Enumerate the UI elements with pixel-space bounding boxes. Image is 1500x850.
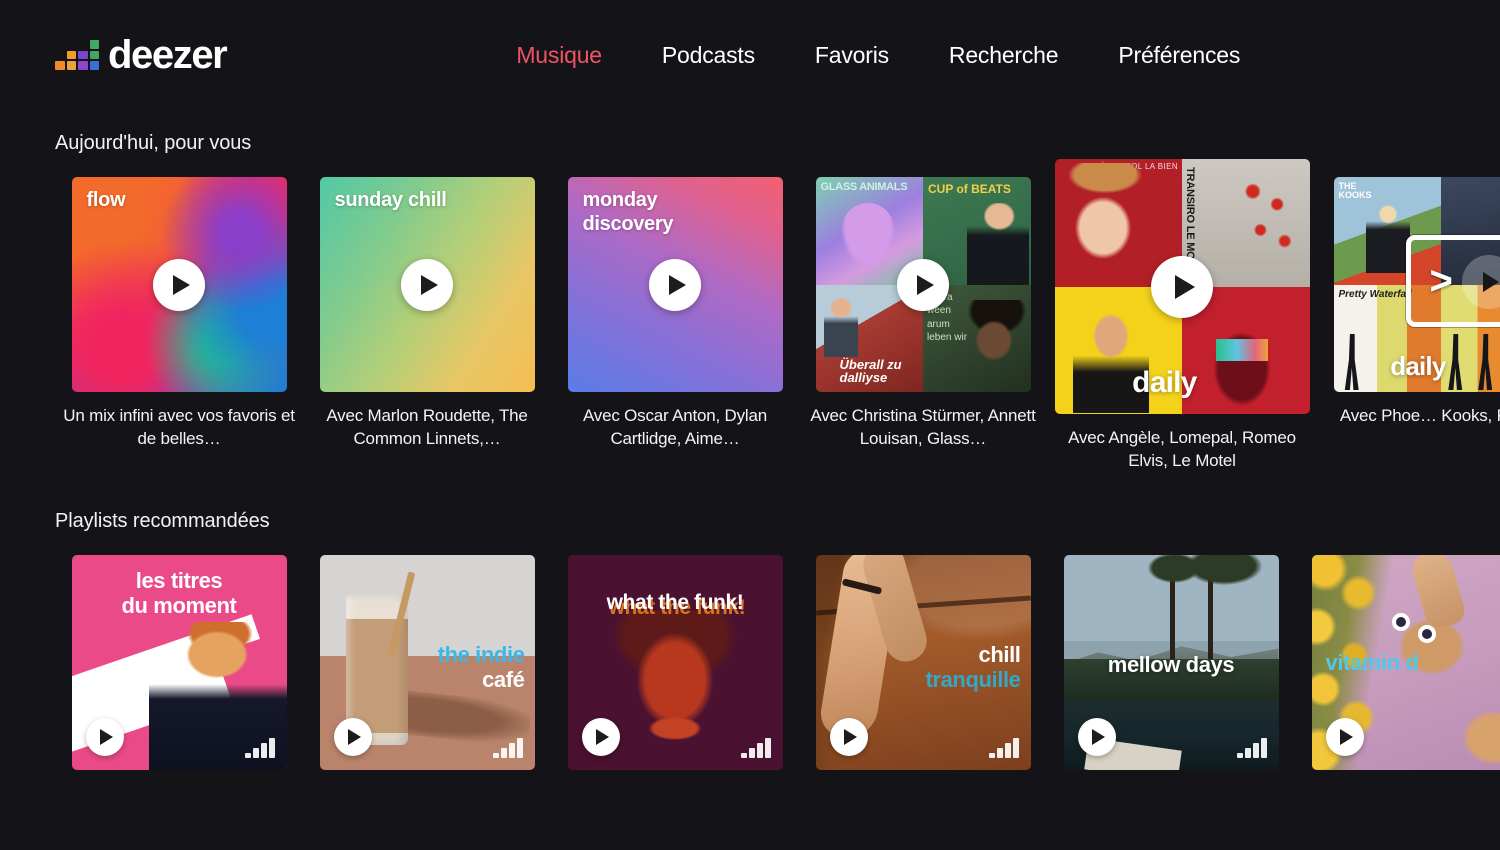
album-art-daily-3[interactable]: THE KOOKS Pretty Waterfall daily xyxy=(1334,177,1500,392)
palm-frond-photo xyxy=(1186,555,1262,585)
card-caption: Avec Oscar Anton, Dylan Cartlidge, Aime… xyxy=(551,405,799,450)
playlist-card-what-the-funk[interactable]: what the funk! xyxy=(551,555,799,770)
deezer-eq-mark-icon xyxy=(989,738,1019,758)
tile-text: Pretty Waterfall xyxy=(1339,290,1412,300)
today-card-flow[interactable]: flow Un mix infini avec vos favoris et d… xyxy=(55,177,303,472)
card-overlay-title: daily xyxy=(1132,366,1196,400)
playlist-title-line1: vitamin d xyxy=(1326,650,1419,675)
play-icon[interactable] xyxy=(1078,718,1116,756)
tile-text: THE KOOKS xyxy=(1339,182,1383,201)
playlist-title: les titres du moment xyxy=(72,569,287,618)
card-caption: Avec Christina Stürmer, Annett Louisan, … xyxy=(799,405,1047,450)
album-art-the-indie-cafe[interactable]: the indie café xyxy=(320,555,535,770)
chevron-right-icon: > xyxy=(1430,261,1453,301)
tile-text: Überall zu dalliyse xyxy=(840,358,924,384)
card-caption: Avec Angèle, Lomepal, Romeo Elvis, Le Mo… xyxy=(1047,427,1317,472)
playlist-title-line2: café xyxy=(482,667,524,692)
playlist-title-line1: chill xyxy=(978,642,1020,667)
card-overlay-title: monday discovery xyxy=(583,189,674,236)
play-icon[interactable] xyxy=(1151,256,1213,318)
section-today: Aujourd'hui, pour vous flow Un mix infin… xyxy=(0,132,1500,472)
playlist-title: the indie café xyxy=(438,643,525,692)
album-art-flow[interactable]: flow xyxy=(72,177,287,392)
sunglasses-icon xyxy=(1392,613,1410,631)
album-art-mellow-days[interactable]: mellow days xyxy=(1064,555,1279,770)
play-icon[interactable] xyxy=(401,259,453,311)
playlist-title-line2: tranquille xyxy=(925,667,1020,692)
playlist-title: mellow days xyxy=(1064,653,1279,678)
deezer-eq-mark-icon xyxy=(1237,738,1267,758)
album-art-sunday-chill[interactable]: sunday chill xyxy=(320,177,535,392)
card-overlay-title: sunday chill xyxy=(335,189,447,213)
deezer-eq-mark-icon xyxy=(245,738,275,758)
album-art-what-the-funk[interactable]: what the funk! xyxy=(568,555,783,770)
album-art-chill-tranquille[interactable]: chill tranquille xyxy=(816,555,1031,770)
playlist-title-line1: les titres xyxy=(136,568,223,593)
tab-recherche[interactable]: Recherche xyxy=(949,42,1058,69)
deezer-logo[interactable]: deezer xyxy=(55,35,226,75)
playlist-card-vitamin-d[interactable]: vitamin d xyxy=(1295,555,1500,770)
dog-photo xyxy=(1463,706,1500,770)
section-playlists: Playlists recommandées les titres du mom… xyxy=(0,510,1500,770)
tab-podcasts[interactable]: Podcasts xyxy=(662,42,755,69)
section-today-title: Aujourd'hui, pour vous xyxy=(55,132,1500,155)
today-card-sunday-chill[interactable]: sunday chill Avec Marlon Roudette, The C… xyxy=(303,177,551,472)
playlist-title-line2: du moment xyxy=(122,593,237,618)
today-card-row: flow Un mix infini avec vos favoris et d… xyxy=(55,177,1500,472)
playlist-title-line1: what the funk! xyxy=(607,591,744,614)
album-art-les-titres-du-moment[interactable]: les titres du moment xyxy=(72,555,287,770)
deezer-eq-mark-icon xyxy=(493,738,523,758)
main-nav: Musique Podcasts Favoris Recherche Préfé… xyxy=(516,42,1240,69)
album-art-vitamin-d[interactable]: vitamin d xyxy=(1312,555,1500,770)
playlist-card-the-indie-cafe[interactable]: the indie café xyxy=(303,555,551,770)
artist-photo xyxy=(600,610,750,770)
deezer-equalizer-logo-icon xyxy=(55,40,99,70)
play-icon[interactable] xyxy=(86,718,124,756)
play-icon[interactable] xyxy=(582,718,620,756)
album-art-monday-discovery[interactable]: monday discovery xyxy=(568,177,783,392)
album-art-daily-1[interactable]: GLASS ANIMALS CUP of BEATS Überall zu da… xyxy=(816,177,1031,392)
tab-preferences[interactable]: Préférences xyxy=(1118,42,1240,69)
album-art-daily-2[interactable]: ANGÈLE BRQL LA BIEN TRANSIRO LE MOTEL xyxy=(1055,159,1310,414)
brand-name: deezer xyxy=(108,35,226,75)
playlist-title-line1: mellow days xyxy=(1108,652,1234,677)
card-caption: Un mix infini avec vos favoris et de bel… xyxy=(55,405,303,450)
playlist-card-row: les titres du moment the indie café xyxy=(55,555,1500,770)
play-icon[interactable] xyxy=(897,259,949,311)
play-icon[interactable] xyxy=(153,259,205,311)
card-overlay-title: daily xyxy=(1390,351,1445,382)
card-caption: Avec Phoe… Kooks, Pac… xyxy=(1317,405,1500,428)
tab-musique[interactable]: Musique xyxy=(516,42,602,69)
playlist-title-line1: the indie xyxy=(438,642,525,667)
today-card-daily-2[interactable]: ANGÈLE BRQL LA BIEN TRANSIRO LE MOTEL xyxy=(1047,177,1317,472)
card-overlay-title: flow xyxy=(87,189,126,213)
playlist-title: chill tranquille xyxy=(925,643,1020,692)
playlist-title: vitamin d xyxy=(1326,651,1419,676)
sunglasses-icon xyxy=(1418,625,1436,643)
play-icon[interactable] xyxy=(649,259,701,311)
playlist-card-les-titres-du-moment[interactable]: les titres du moment xyxy=(55,555,303,770)
today-card-monday-discovery[interactable]: monday discovery Avec Oscar Anton, Dylan… xyxy=(551,177,799,472)
card-caption: Avec Marlon Roudette, The Common Linnets… xyxy=(303,405,551,450)
tile-text: GLASS ANIMALS xyxy=(821,182,908,193)
tab-favoris[interactable]: Favoris xyxy=(815,42,889,69)
playlist-title: what the funk! xyxy=(568,591,783,615)
deezer-eq-mark-icon xyxy=(741,738,771,758)
today-card-daily-1[interactable]: GLASS ANIMALS CUP of BEATS Überall zu da… xyxy=(799,177,1047,472)
playlist-card-chill-tranquille[interactable]: chill tranquille xyxy=(799,555,1047,770)
playlist-card-mellow-days[interactable]: mellow days xyxy=(1047,555,1295,770)
play-icon[interactable] xyxy=(1326,718,1364,756)
section-playlists-title: Playlists recommandées xyxy=(55,510,1500,533)
play-icon[interactable] xyxy=(830,718,868,756)
play-icon[interactable] xyxy=(334,718,372,756)
tile-text: CUP of BEATS xyxy=(928,183,1011,196)
app-header: deezer Musique Podcasts Favoris Recherch… xyxy=(0,0,1500,110)
today-card-daily-3[interactable]: THE KOOKS Pretty Waterfall daily xyxy=(1317,177,1500,472)
